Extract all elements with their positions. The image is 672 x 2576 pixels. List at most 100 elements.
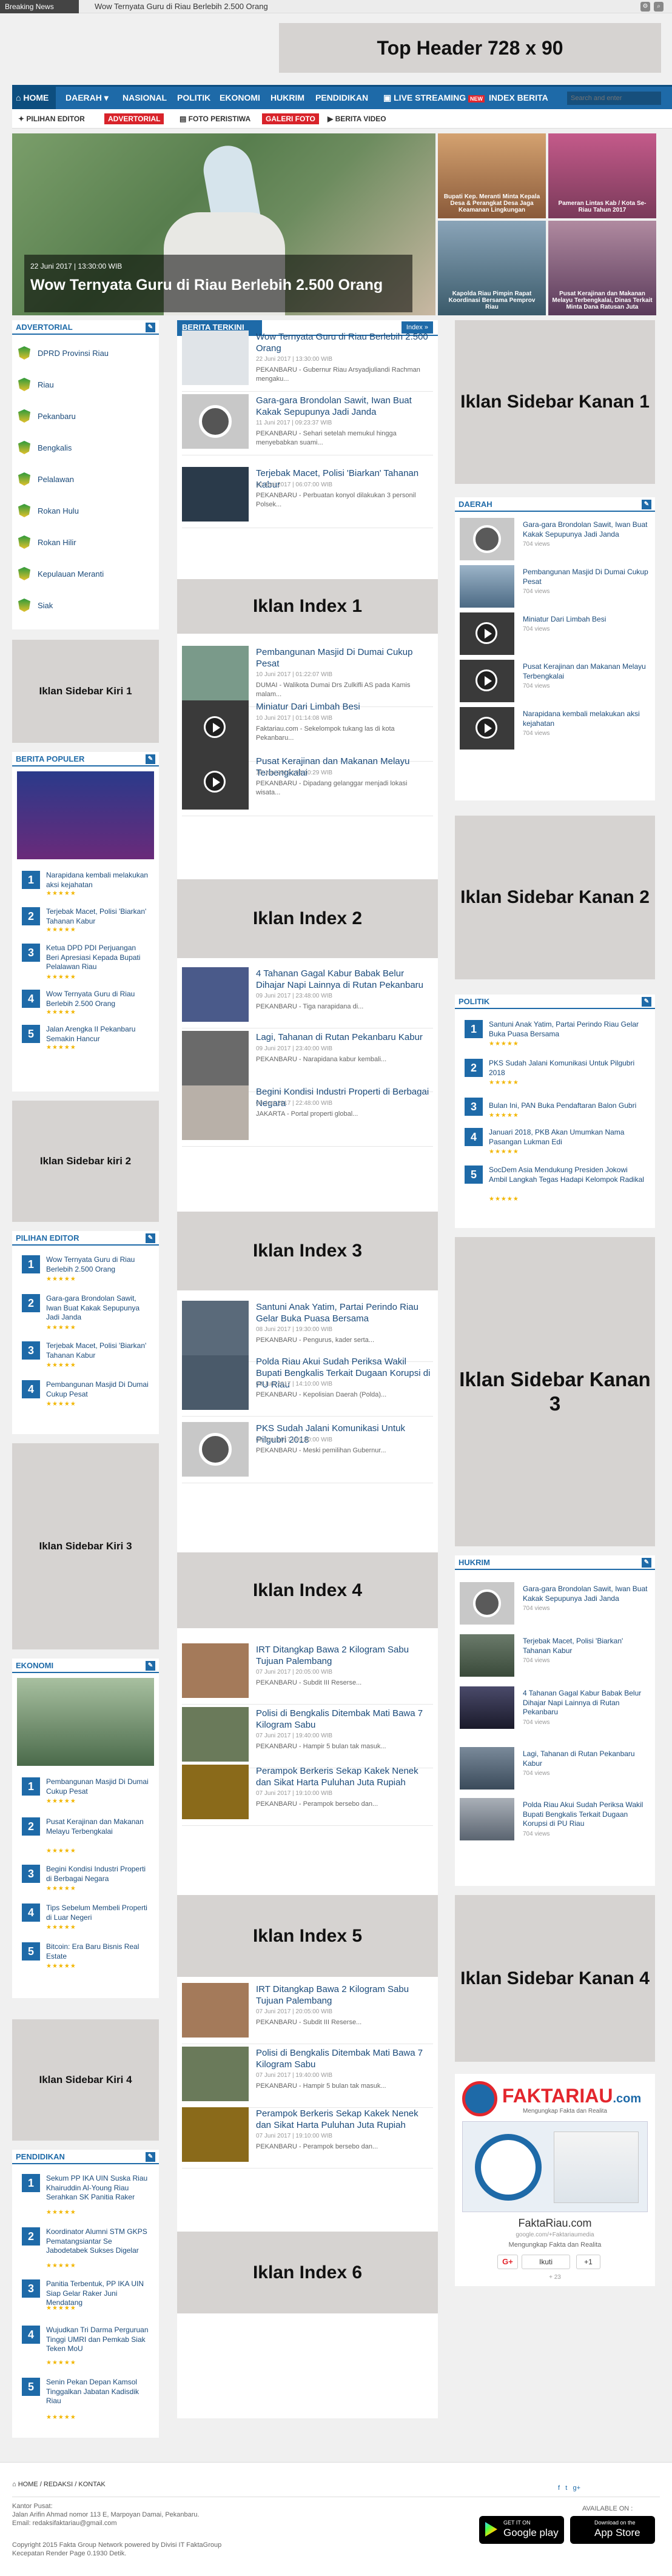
nav-hukrim[interactable]: HUKRIM xyxy=(267,87,308,109)
sidebar-kanan-2-ad[interactable]: Iklan Sidebar Kanan 2 xyxy=(455,816,655,979)
hero-thumb-1[interactable]: Bupati Kep. Meranti Minta Kepala Desa & … xyxy=(438,133,546,218)
advertorial-item[interactable]: DPRD Provinsi Riau xyxy=(18,341,109,365)
advertorial-link[interactable]: ADVERTORIAL xyxy=(104,113,164,124)
article-item[interactable]: Polisi di Bengkalis Ditembak Mati Bawa 7… xyxy=(182,1707,433,1768)
article-item[interactable]: 4 Tahanan Gagal Kabur Babak Belur Dihaja… xyxy=(182,967,433,1028)
index-6-ad[interactable]: Iklan Index 6 xyxy=(177,2232,438,2313)
footer-redaksi-link[interactable]: REDAKSI xyxy=(44,2481,73,2488)
foto-peristiwa-link[interactable]: ▤ FOTO PERISTIWA xyxy=(180,113,250,124)
nav-home[interactable]: ⌂ HOME xyxy=(12,87,56,109)
article-thumbnail[interactable] xyxy=(182,330,249,385)
advertorial-item[interactable]: Bengkalis xyxy=(18,435,72,460)
sidebar-kiri-4-ad[interactable]: Iklan Sidebar Kiri 4 xyxy=(12,2019,159,2141)
article-thumbnail[interactable] xyxy=(182,700,249,755)
article-item[interactable]: Pembangunan Masjid Di Dumai Cukup Pesat 1… xyxy=(182,646,433,706)
sidebar-kanan-4-ad[interactable]: Iklan Sidebar Kanan 4 xyxy=(455,1895,655,2062)
article-item[interactable]: Santuni Anak Yatim, Partai Perindo Riau … xyxy=(182,1301,433,1361)
index-1-ad[interactable]: Iklan Index 1 xyxy=(177,579,438,634)
article-item[interactable]: Polda Riau Akui Sudah Periksa Wakil Bupa… xyxy=(182,1355,433,1416)
advertorial-item[interactable]: Rokan Hilir xyxy=(18,530,76,554)
article-thumbnail[interactable] xyxy=(182,1301,249,1355)
article-thumbnail[interactable] xyxy=(182,755,249,810)
hero-thumb-4[interactable]: Pusat Kerajinan dan Makanan Melayu Terbe… xyxy=(548,221,656,315)
article-thumbnail[interactable] xyxy=(182,1643,249,1698)
article-thumbnail[interactable] xyxy=(182,1983,249,2038)
article-title[interactable]: Miniatur Dari Limbah Besi xyxy=(256,702,432,713)
hero-title[interactable]: Wow Ternyata Guru di Riau Berlebih 2.500… xyxy=(30,277,383,294)
article-thumbnail[interactable] xyxy=(182,1355,249,1410)
nav-live-streaming[interactable]: ▣ LIVE STREAMING NEW xyxy=(380,87,488,109)
logo-area[interactable] xyxy=(12,17,267,78)
social-icons[interactable]: f t g+ xyxy=(558,2484,580,2492)
article-item[interactable]: Lagi, Tahanan di Rutan Pekanbaru Kabur 09… xyxy=(182,1031,433,1092)
hero-caption[interactable]: 22 Juni 2017 | 13:30:00 WIB Wow Ternyata… xyxy=(24,255,412,312)
app-store-badge[interactable]: Download on the App Store xyxy=(570,2516,655,2544)
article-thumbnail[interactable] xyxy=(182,394,249,449)
article-thumbnail[interactable] xyxy=(182,646,249,700)
article-title[interactable]: Polisi di Bengkalis Ditembak Mati Bawa 7… xyxy=(256,2048,432,2071)
sidebar-kiri-2-ad[interactable]: Iklan Sidebar kiri 2 xyxy=(12,1101,159,1222)
nav-daerah[interactable]: DAERAH ▾ xyxy=(62,87,112,109)
breaking-news-headline[interactable]: Wow Ternyata Guru di Riau Berlebih 2.500… xyxy=(95,0,268,13)
article-item[interactable]: Gara-gara Brondolan Sawit, Iwan Buat Kak… xyxy=(182,394,433,455)
article-item[interactable]: IRT Ditangkap Bawa 2 Kilogram Sabu Tujua… xyxy=(182,1643,433,1704)
article-thumbnail[interactable] xyxy=(182,2047,249,2101)
galeri-foto-link[interactable]: GALERI FOTO xyxy=(262,113,319,124)
article-title[interactable]: Wow Ternyata Guru di Riau Berlebih 2.500… xyxy=(256,332,432,355)
gear-icon[interactable]: ⚙ xyxy=(640,2,650,12)
article-thumbnail[interactable] xyxy=(182,967,249,1022)
index-5-ad[interactable]: Iklan Index 5 xyxy=(177,1895,438,1977)
article-title[interactable]: Pembangunan Masjid Di Dumai Cukup Pesat xyxy=(256,647,432,670)
article-item[interactable]: Perampok Berkeris Sekap Kakek Nenek dan … xyxy=(182,2107,433,2168)
index-4-ad[interactable]: Iklan Index 4 xyxy=(177,1552,438,1628)
sidebar-kiri-1-ad[interactable]: Iklan Sidebar Kiri 1 xyxy=(12,640,159,743)
advertorial-item[interactable]: Rokan Hulu xyxy=(18,498,79,523)
footer-home-link[interactable]: HOME xyxy=(18,2481,38,2488)
advertorial-item[interactable]: Kepulauan Meranti xyxy=(18,562,104,586)
plus-one-button[interactable]: +1 xyxy=(576,2255,600,2269)
article-title[interactable]: Santuni Anak Yatim, Partai Perindo Riau … xyxy=(256,1302,432,1325)
article-thumbnail[interactable] xyxy=(182,1707,249,1762)
article-title[interactable]: IRT Ditangkap Bawa 2 Kilogram Sabu Tujua… xyxy=(256,1984,432,2007)
search-icon[interactable]: ⌕ xyxy=(654,2,664,12)
nav-politik[interactable]: POLITIK xyxy=(173,87,214,109)
google-plus-icon[interactable]: G+ xyxy=(497,2255,518,2269)
article-thumbnail[interactable] xyxy=(182,467,249,522)
article-thumbnail[interactable] xyxy=(182,2107,249,2162)
article-item[interactable]: Wow Ternyata Guru di Riau Berlebih 2.500… xyxy=(182,330,433,391)
footer-kontak-link[interactable]: KONTAK xyxy=(78,2481,105,2488)
search-input[interactable] xyxy=(567,92,661,105)
article-thumbnail[interactable] xyxy=(182,1765,249,1819)
advertorial-item[interactable]: Pekanbaru xyxy=(18,404,76,428)
nav-pendidikan[interactable]: PENDIDIKAN xyxy=(312,87,372,109)
article-title[interactable]: Perampok Berkeris Sekap Kakek Nenek dan … xyxy=(256,2108,432,2132)
article-thumbnail[interactable] xyxy=(182,1085,249,1140)
article-item[interactable]: Miniatur Dari Limbah Besi 10 Juni 2017 | … xyxy=(182,700,433,761)
follow-button[interactable]: Ikuti xyxy=(522,2255,570,2269)
populer-image[interactable] xyxy=(17,771,154,859)
article-item[interactable]: PKS Sudah Jalani Komunikasi Untuk Pilgub… xyxy=(182,1422,433,1483)
article-thumbnail[interactable] xyxy=(182,1422,249,1477)
brand-banner[interactable] xyxy=(462,2121,648,2212)
sidebar-kanan-1-ad[interactable]: Iklan Sidebar Kanan 1 xyxy=(455,320,655,484)
faktariau-logo[interactable]: FAKTARIAU.com Mengungkap Fakta dan Reali… xyxy=(462,2081,648,2118)
article-title[interactable]: Perampok Berkeris Sekap Kakek Nenek dan … xyxy=(256,1766,432,1789)
google-play-badge[interactable]: GET IT ON Google play xyxy=(479,2516,564,2544)
berita-video-link[interactable]: ▶ BERITA VIDEO xyxy=(328,113,386,124)
advertorial-item[interactable]: Siak xyxy=(18,593,53,617)
article-title[interactable]: 4 Tahanan Gagal Kabur Babak Belur Dihaja… xyxy=(256,968,432,991)
article-title[interactable]: IRT Ditangkap Bawa 2 Kilogram Sabu Tujua… xyxy=(256,1645,432,1668)
nav-index-berita[interactable]: INDEX BERITA xyxy=(485,87,552,109)
article-item[interactable]: Terjebak Macet, Polisi 'Biarkan' Tahanan… xyxy=(182,467,433,528)
sidebar-kanan-3-ad[interactable]: Iklan Sidebar Kanan 3 xyxy=(455,1237,655,1546)
article-title[interactable]: Gara-gara Brondolan Sawit, Iwan Buat Kak… xyxy=(256,395,432,418)
pilihan-editor-link[interactable]: ✦ PILIHAN EDITOR xyxy=(18,113,85,124)
sidebar-kiri-3-ad[interactable]: Iklan Sidebar Kiri 3 xyxy=(12,1443,159,1649)
site-name[interactable]: FaktaRiau.com xyxy=(455,2217,655,2230)
ekonomi-image[interactable] xyxy=(17,1678,154,1766)
nav-nasional[interactable]: NASIONAL xyxy=(119,87,170,109)
advertorial-item[interactable]: Riau xyxy=(18,372,54,397)
article-item[interactable]: Pusat Kerajinan dan Makanan Melayu Terbe… xyxy=(182,755,433,816)
article-item[interactable]: IRT Ditangkap Bawa 2 Kilogram Sabu Tujua… xyxy=(182,1983,433,2044)
hero-thumb-2[interactable]: Pameran Lintas Kab / Kota Se-Riau Tahun … xyxy=(548,133,656,218)
